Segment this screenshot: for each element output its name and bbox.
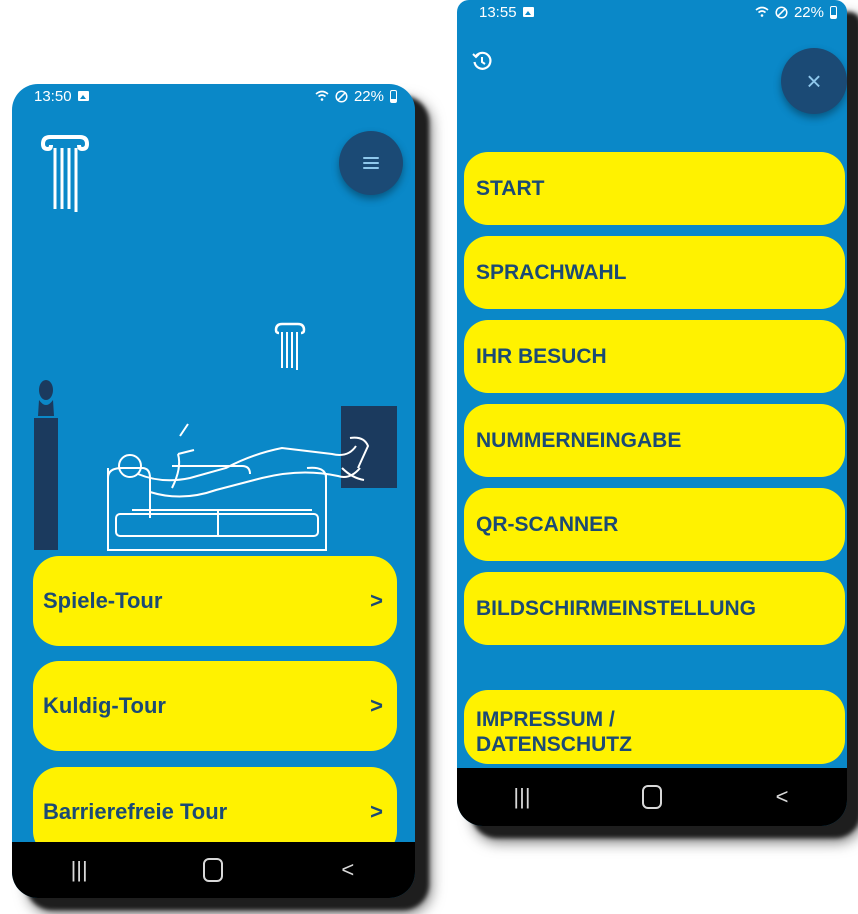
home-button[interactable] [622, 785, 682, 809]
do-not-disturb-icon [775, 5, 788, 19]
left-phone-screen: 13:50 22% Spiele-Tour > Kuldig-Tour > Ba… [12, 84, 415, 898]
system-navigation-bar: ||| < [12, 842, 415, 898]
chevron-right-icon: > [370, 588, 383, 613]
menu-item-label: SPRACHWAHL [476, 260, 627, 284]
chevron-right-icon: > [370, 799, 383, 824]
recents-button[interactable]: ||| [492, 784, 552, 810]
lounge-illustration [34, 322, 397, 551]
status-bar: 13:55 22% [457, 0, 847, 24]
battery-icon [830, 5, 837, 19]
bust-statue [34, 380, 58, 550]
status-time: 13:55 [479, 3, 517, 21]
menu-item-label: QR-SCANNER [476, 512, 619, 536]
menu-button[interactable] [339, 131, 403, 195]
back-button[interactable]: < [752, 784, 812, 810]
menu-item-label: NUMMERNEINGABE [476, 428, 682, 452]
status-bar: 13:50 22% [12, 84, 415, 108]
tour-button-kuldig[interactable]: Kuldig-Tour > [33, 661, 397, 751]
menu-item-impressum[interactable]: IMPRESSUM / DATENSCHUTZ [464, 690, 845, 764]
home-button[interactable] [183, 858, 243, 882]
menu-item-label-line-1: IMPRESSUM / [476, 707, 615, 731]
reclining-person [118, 423, 370, 498]
menu-item-label: BILDSCHIRMEINSTELLUNG [476, 596, 756, 620]
menu-item-label: IMPRESSUM / DATENSCHUTZ [476, 707, 632, 758]
tour-label: Barrierefreie Tour [43, 799, 228, 824]
home-icon [642, 785, 662, 809]
menu-item-sprachwahl[interactable]: SPRACHWAHL [464, 236, 845, 309]
status-time: 13:50 [34, 87, 72, 105]
menu-item-nummerneingabe[interactable]: NUMMERNEINGABE [464, 404, 845, 477]
battery-percent: 22% [793, 3, 824, 21]
menu-item-ihr-besuch[interactable]: IHR BESUCH [464, 320, 845, 393]
menu-item-qr-scanner[interactable]: QR-SCANNER [464, 488, 845, 561]
do-not-disturb-icon [335, 89, 348, 103]
back-button[interactable]: < [318, 857, 378, 883]
recents-button[interactable]: ||| [49, 857, 109, 883]
menu-item-label: START [476, 176, 545, 200]
close-menu-button[interactable]: × [781, 48, 847, 114]
tour-label: Kuldig-Tour [43, 693, 166, 718]
home-icon [203, 858, 224, 882]
menu-item-label-line-2: DATENSCHUTZ [476, 733, 632, 757]
battery-percent: 22% [353, 87, 384, 105]
gallery-notification-icon [77, 91, 89, 101]
system-navigation-bar: ||| < [457, 768, 847, 826]
tour-label: Spiele-Tour [43, 588, 163, 613]
gallery-notification-icon [522, 7, 534, 17]
menu-item-label: IHR BESUCH [476, 344, 607, 368]
chevron-right-icon: > [370, 693, 383, 718]
tour-button-spiele[interactable]: Spiele-Tour > [33, 556, 397, 646]
hamburger-menu-icon [363, 157, 379, 169]
wifi-icon [755, 6, 769, 17]
close-icon: × [806, 66, 822, 96]
wifi-icon [315, 90, 329, 101]
sofa [107, 465, 327, 551]
small-column-logo-icon [274, 322, 306, 370]
right-phone-screen: 13:55 22% × START SPRACHWAHL IHR BESUCH … [457, 0, 847, 826]
battery-icon [390, 89, 397, 103]
menu-item-start[interactable]: START [464, 152, 845, 225]
menu-item-bildschirmeinstellung[interactable]: BILDSCHIRMEINSTELLUNG [464, 572, 845, 645]
column-logo-icon [41, 135, 90, 212]
history-icon[interactable] [471, 50, 493, 72]
